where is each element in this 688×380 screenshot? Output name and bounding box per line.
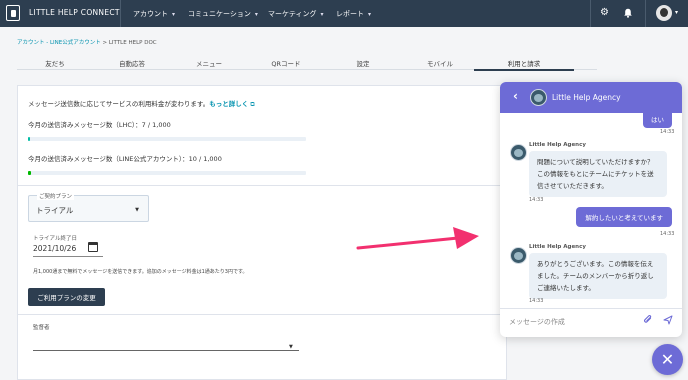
breadcrumb-current: > LITTLE HELP DOC bbox=[100, 40, 157, 46]
change-plan-button[interactable]: ご利用プランの変更 bbox=[28, 288, 105, 306]
supervisor-label: 監督者 bbox=[33, 325, 50, 331]
chevron-down-icon: ▾ bbox=[368, 10, 372, 18]
tab-friends[interactable]: 友だち bbox=[45, 58, 65, 68]
notice-text: メッセージ送信数に応じてサービスの利用料金が変わります。 bbox=[28, 100, 210, 108]
nav-item-account[interactable]: アカウント ▾ bbox=[133, 9, 175, 19]
tab-menu[interactable]: メニュー bbox=[196, 58, 222, 68]
nav-divider bbox=[120, 0, 121, 27]
breadcrumb: アカウント - LINE公式アカウント > LITTLE HELP DOC bbox=[17, 38, 157, 46]
send-icon[interactable] bbox=[663, 315, 673, 328]
message-sender: Little Help Agency bbox=[529, 142, 586, 148]
agent-avatar bbox=[510, 247, 527, 264]
lhc-progress-fill bbox=[28, 137, 30, 141]
chevron-down-icon: ▾ bbox=[254, 10, 258, 18]
section-divider bbox=[17, 185, 507, 186]
close-chat-button[interactable]: ✕ bbox=[652, 344, 683, 375]
close-icon: ✕ bbox=[660, 350, 675, 369]
message-time: 14:33 bbox=[529, 298, 544, 304]
chat-input-divider bbox=[500, 308, 682, 309]
chat-widget: ‹ Little Help Agency はい 14:33 Little Hel… bbox=[500, 82, 682, 337]
annotation-arrow bbox=[356, 227, 479, 250]
calendar-icon[interactable] bbox=[88, 242, 98, 252]
plan-select-value: トライアル bbox=[36, 206, 74, 215]
supervisor-select[interactable] bbox=[33, 350, 299, 351]
message-time: 14:33 bbox=[660, 231, 675, 237]
tab-settings[interactable]: 設定 bbox=[357, 58, 370, 68]
plan-select[interactable]: ご契約プラン トライアル ▼ bbox=[28, 192, 149, 222]
external-link-icon[interactable]: ⧉ bbox=[250, 101, 254, 108]
caret-down-icon[interactable]: ▼ bbox=[289, 344, 293, 350]
lhc-count-label: 今月の送信済みメッセージ数（LHC）：7 / 1,000 bbox=[28, 121, 171, 129]
tab-qr-code[interactable]: QRコード bbox=[271, 58, 300, 68]
line-progress-bar bbox=[28, 171, 306, 175]
top-nav: LITTLE HELP CONNECT アカウント ▾ コミュニケーション ▾ マー… bbox=[0, 0, 688, 27]
agent-avatar bbox=[510, 144, 527, 161]
date-field-underline bbox=[33, 256, 103, 257]
tab-auto-reply[interactable]: 自動応答 bbox=[119, 58, 145, 68]
chat-header: ‹ Little Help Agency bbox=[500, 82, 682, 113]
nav-item-communication[interactable]: コミュニケーション ▾ bbox=[188, 9, 258, 19]
line-progress-fill bbox=[28, 171, 31, 175]
chat-message-input[interactable]: メッセージの作成 bbox=[509, 317, 565, 327]
agent-avatar bbox=[530, 89, 547, 106]
breadcrumb-link[interactable]: アカウント - LINE公式アカウント bbox=[17, 40, 101, 46]
nav-item-label: レポート bbox=[336, 10, 364, 18]
chevron-down-icon[interactable]: ▾ bbox=[675, 9, 678, 16]
billing-notice: メッセージ送信数に応じてサービスの利用料金が変わります。もっと詳しく ⧉ bbox=[28, 98, 255, 109]
section-divider bbox=[17, 314, 507, 315]
message-time: 14:33 bbox=[660, 129, 675, 135]
chevron-down-icon: ▾ bbox=[320, 10, 324, 18]
message-sender: Little Help Agency bbox=[529, 244, 586, 250]
nav-item-marketing[interactable]: マーケティング ▾ bbox=[268, 9, 323, 19]
nav-divider bbox=[590, 0, 591, 27]
brand-name[interactable]: LITTLE HELP CONNECT bbox=[29, 8, 120, 17]
chat-title: Little Help Agency bbox=[552, 93, 621, 102]
chevron-down-icon: ▾ bbox=[172, 10, 176, 18]
gear-icon[interactable]: ⚙ bbox=[600, 8, 609, 18]
chat-message-outgoing: 解約したいと考えています bbox=[576, 207, 672, 227]
logo-icon[interactable] bbox=[6, 5, 20, 21]
nav-divider bbox=[645, 0, 646, 27]
tab-mobile[interactable]: モバイル bbox=[427, 58, 453, 68]
tab-billing[interactable]: 利用と請求 bbox=[508, 58, 541, 68]
paperclip-icon[interactable] bbox=[643, 315, 653, 328]
nav-item-report[interactable]: レポート ▾ bbox=[336, 9, 371, 19]
lhc-progress-bar bbox=[28, 137, 306, 141]
nav-item-label: コミュニケーション bbox=[188, 10, 251, 18]
learn-more-link[interactable]: もっと詳しく bbox=[209, 100, 248, 108]
active-tab-indicator bbox=[474, 69, 574, 71]
plan-select-label: ご契約プラン bbox=[37, 192, 75, 200]
back-arrow-icon[interactable]: ‹ bbox=[513, 90, 518, 102]
caret-down-icon: ▼ bbox=[135, 207, 139, 213]
chat-message-outgoing: はい bbox=[643, 110, 672, 128]
trial-end-date-field[interactable]: 2021/10/26 bbox=[33, 244, 76, 253]
chat-message-incoming: 問題について説明していただけますか？この情報をもとにチームにチケットを送信させて… bbox=[529, 151, 667, 197]
plan-note: 月1,000通まで無料でメッセージを送信できます。追加のメッセージ料金は1通あた… bbox=[33, 269, 248, 275]
nav-item-label: アカウント bbox=[133, 10, 168, 18]
tab-bar: 友だち 自動応答 メニュー QRコード 設定 モバイル 利用と請求 bbox=[17, 52, 597, 70]
line-count-label: 今月の送信済みメッセージ数（LINE公式アカウント）：10 / 1,000 bbox=[28, 155, 222, 163]
chat-message-incoming: ありがとうございます。この情報を伝えました。チームのメンバーから折り返しご連絡い… bbox=[529, 253, 667, 299]
message-time: 14:33 bbox=[529, 197, 544, 203]
bell-icon[interactable] bbox=[623, 8, 633, 21]
user-avatar[interactable] bbox=[656, 5, 672, 21]
nav-item-label: マーケティング bbox=[268, 10, 317, 18]
trial-end-label: トライアル終了日 bbox=[33, 236, 77, 242]
